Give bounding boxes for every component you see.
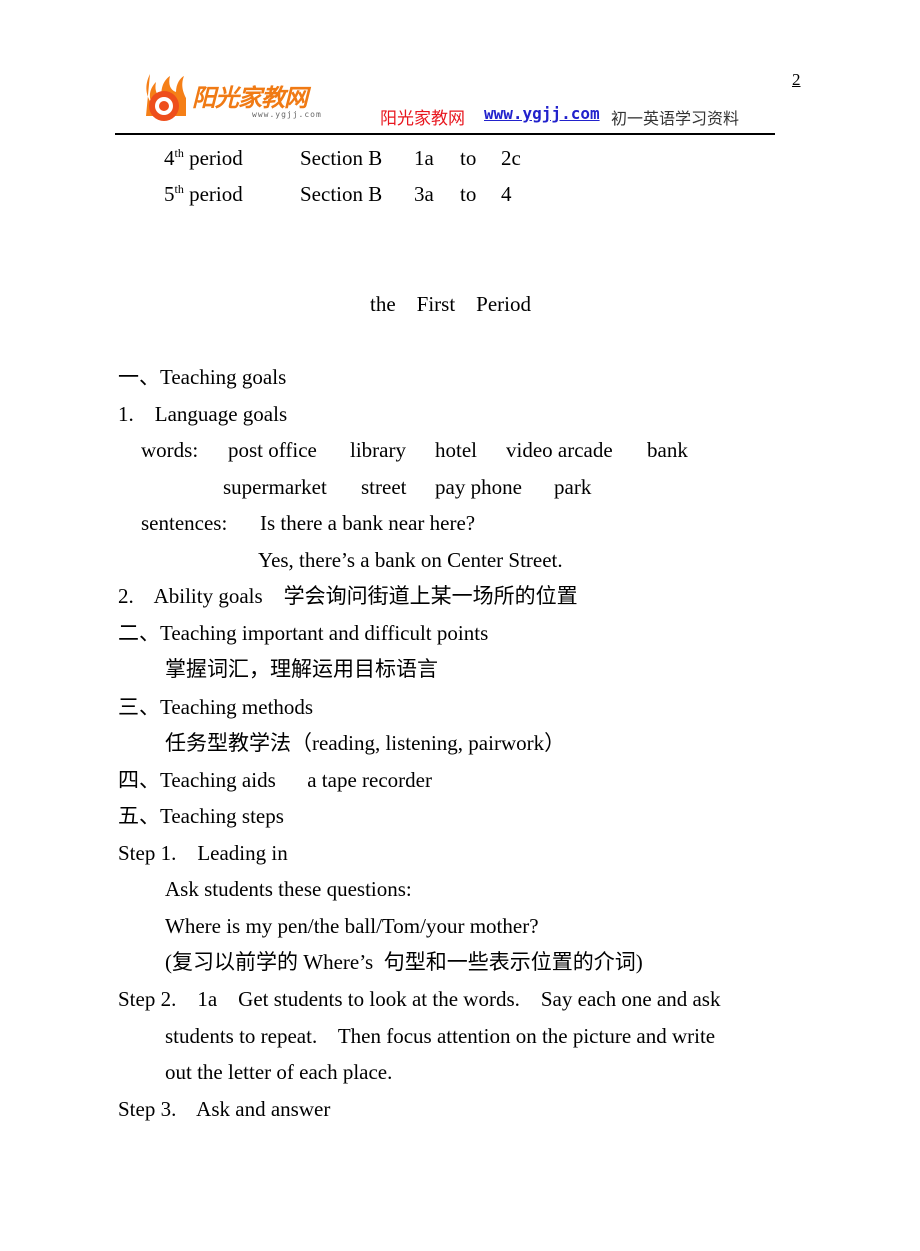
sentences-label: sentences:: [141, 511, 228, 535]
step-1: Step 1. Leading in: [118, 841, 288, 865]
step-1-text: Ask students these questions:: [165, 877, 412, 901]
word-item: library: [350, 438, 406, 462]
word-item: pay phone: [435, 475, 522, 499]
step-3: Step 3. Ask and answer: [118, 1097, 331, 1121]
period-to: 2c: [501, 146, 521, 170]
word-item: street: [361, 475, 407, 499]
important-text: 掌握词汇，理解运用目标语言: [165, 657, 438, 681]
sentence: Yes, there’s a bank on Center Street.: [258, 548, 563, 572]
flame-logo-icon: [146, 74, 186, 121]
period-label: 4th period: [164, 146, 243, 170]
word-item: video arcade: [506, 438, 613, 462]
period-from: 1a: [414, 146, 434, 170]
logo-text: 阳光家教网: [192, 84, 308, 112]
methods-text: 任务型教学法（reading, listening, pairwork）: [165, 731, 566, 755]
important-heading: 二、Teaching important and difficult point…: [118, 621, 489, 645]
period-label: 5th period: [164, 182, 243, 206]
steps-heading: 五、Teaching steps: [118, 804, 284, 828]
logo-url: www.ygjj.com: [252, 110, 322, 119]
period-section: Section B: [300, 146, 383, 170]
step-2: Step 2. 1a Get students to look at the w…: [118, 987, 721, 1011]
words-label: words:: [141, 438, 199, 462]
goals-heading: 一、Teaching goals: [118, 365, 287, 389]
step-2-text: students to repeat. Then focus attention…: [165, 1024, 716, 1048]
header-divider: [115, 133, 775, 135]
header-site-link[interactable]: www.ygjj.com: [484, 104, 600, 123]
sentence: Is there a bank near here?: [260, 511, 476, 535]
word-item: supermarket: [223, 475, 327, 499]
step-1-text: (复习以前学的 Where’s 句型和一些表示位置的介词): [165, 950, 643, 974]
period-to-word: to: [460, 146, 477, 170]
ability-goals: 2. Ability goals 学会询问街道上某一场所的位置: [118, 584, 578, 608]
step-2-text: out the letter of each place.: [165, 1060, 393, 1084]
header-site-name: 阳光家教网: [380, 109, 465, 129]
period-section: Section B: [300, 182, 383, 206]
word-item: hotel: [435, 438, 477, 462]
aids-line: 四、Teaching aids a tape recorder: [118, 768, 432, 792]
word-item: bank: [647, 438, 688, 462]
word-item: park: [554, 475, 592, 499]
language-goals: 1. Language goals: [118, 402, 288, 426]
section-title: the First Period: [370, 292, 531, 316]
methods-heading: 三、Teaching methods: [118, 695, 314, 719]
page-number: 2: [792, 70, 801, 89]
header-description: 初一英语学习资料: [611, 109, 740, 128]
period-to: 4: [501, 182, 512, 206]
period-to-word: to: [460, 182, 477, 206]
period-from: 3a: [414, 182, 434, 206]
site-logo: 阳光家教网 www.ygjj.com: [140, 66, 340, 126]
step-1-text: Where is my pen/the ball/Tom/your mother…: [165, 914, 539, 938]
word-item: post office: [228, 438, 317, 462]
